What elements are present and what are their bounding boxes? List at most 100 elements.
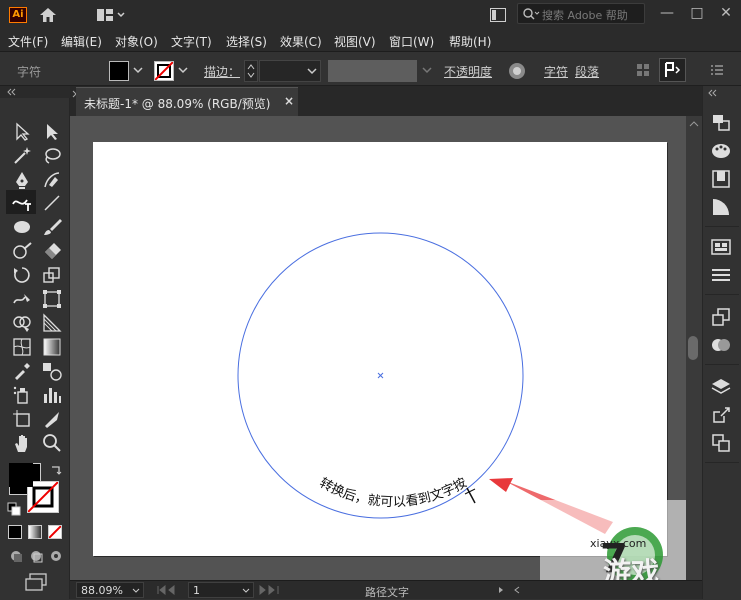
zoom-value: 88.09%: [81, 584, 123, 597]
path-text[interactable]: 转换后，就可以看到文字按照路径的形状排列了: [93, 142, 469, 510]
slice-tool-icon[interactable]: [41, 408, 63, 430]
variable-width-profile[interactable]: [328, 60, 417, 82]
close-tab-button[interactable]: ×: [284, 94, 294, 108]
status-bar: 88.09% 1 路径文字: [70, 580, 702, 599]
ellipse-tool-icon[interactable]: [11, 216, 33, 238]
magic-wand-tool-icon[interactable]: [11, 145, 33, 167]
zoom-field[interactable]: 88.09%: [76, 582, 144, 598]
selection-tool-icon[interactable]: [11, 121, 33, 143]
panel-toggle-icon[interactable]: [489, 7, 507, 23]
mesh-tool-icon[interactable]: [11, 336, 33, 358]
artboard-number-field[interactable]: 1: [188, 582, 254, 598]
character-panel-link[interactable]: 字符: [544, 63, 568, 80]
gradient-tool-icon[interactable]: [41, 336, 63, 358]
collapse-dock-icon[interactable]: [707, 89, 717, 97]
dock-divider: [705, 364, 739, 365]
warp-tool-icon[interactable]: [11, 288, 33, 310]
perspective-grid-tool-icon[interactable]: [41, 312, 63, 334]
gradient-mode-button[interactable]: [28, 525, 42, 539]
recolor-artwork-icon[interactable]: [507, 61, 527, 81]
transparency-panel-icon[interactable]: [709, 334, 733, 356]
zoom-tool-icon[interactable]: [41, 432, 63, 454]
tools-panel-header[interactable]: [0, 86, 70, 98]
stroke-weight-field[interactable]: [259, 60, 321, 82]
line-tool-icon[interactable]: [41, 192, 63, 214]
pen-tool-icon[interactable]: [11, 169, 33, 191]
search-input[interactable]: 搜索 Adobe 帮助: [517, 3, 645, 24]
properties-panel-icon[interactable]: [709, 112, 733, 134]
screen-mode-icon[interactable]: [24, 573, 48, 591]
type-on-path-tool-icon[interactable]: [11, 192, 33, 214]
lasso-tool-icon[interactable]: [41, 145, 63, 167]
align-panel-icon[interactable]: [709, 264, 733, 286]
fill-dropdown-icon[interactable]: [132, 64, 144, 76]
menu-view[interactable]: 视图(V): [334, 33, 376, 50]
menu-window[interactable]: 窗口(W): [389, 33, 434, 50]
stroke-panel-icon[interactable]: [709, 196, 733, 218]
symbol-sprayer-tool-icon[interactable]: [11, 384, 33, 406]
menu-bar: 文件(F) 编辑(E) 对象(O) 文字(T) 选择(S) 效果(C) 视图(V…: [0, 30, 741, 52]
align-grid-icon[interactable]: [636, 63, 650, 77]
export-panel-icon[interactable]: [709, 404, 733, 426]
home-icon[interactable]: [38, 6, 58, 24]
minimize-button[interactable]: —: [652, 0, 682, 26]
stroke-dropdown-icon[interactable]: [177, 64, 189, 76]
scale-tool-icon[interactable]: [41, 264, 63, 286]
eraser-tool-icon[interactable]: [41, 240, 63, 262]
column-graph-tool-icon[interactable]: [41, 384, 63, 406]
profile-dropdown-icon[interactable]: [421, 64, 433, 76]
scroll-up-icon[interactable]: [688, 119, 700, 129]
opacity-link[interactable]: 不透明度: [444, 63, 492, 80]
menu-object[interactable]: 对象(O): [115, 33, 158, 50]
swatches-panel-icon[interactable]: [709, 168, 733, 190]
last-artboard-icon[interactable]: [256, 585, 282, 595]
artboard-tool-icon[interactable]: [11, 408, 33, 430]
swap-colors-icon[interactable]: [49, 463, 63, 477]
paragraph-panel-link[interactable]: 段落: [575, 63, 599, 80]
status-menu-icon[interactable]: [496, 585, 506, 595]
stroke-weight-stepper[interactable]: [244, 60, 258, 82]
stroke-swatch[interactable]: [154, 61, 174, 81]
free-transform-tool-icon[interactable]: [41, 288, 63, 310]
transform-panel-icon[interactable]: [709, 306, 733, 328]
menu-select[interactable]: 选择(S): [226, 33, 267, 50]
menu-edit[interactable]: 编辑(E): [61, 33, 102, 50]
fill-swatch[interactable]: [109, 61, 129, 81]
menu-help[interactable]: 帮助(H): [449, 33, 491, 50]
draw-behind-icon[interactable]: [29, 549, 43, 563]
paintbrush-tool-icon[interactable]: [41, 216, 63, 238]
menu-type[interactable]: 文字(T): [171, 33, 212, 50]
hand-tool-icon[interactable]: [11, 432, 33, 454]
artboards-panel-icon[interactable]: [709, 432, 733, 454]
transform-icon[interactable]: [659, 58, 686, 82]
chevron-down-icon: [307, 68, 317, 75]
rotate-tool-icon[interactable]: [11, 264, 33, 286]
blend-tool-icon[interactable]: [41, 360, 63, 382]
restore-button[interactable]: □: [682, 0, 712, 26]
vertical-scroll-thumb[interactable]: [688, 336, 698, 360]
draw-normal-icon[interactable]: [9, 549, 23, 563]
first-artboard-icon[interactable]: [156, 585, 178, 595]
symbols-panel-icon[interactable]: [709, 236, 733, 258]
scroll-left-icon[interactable]: [512, 585, 522, 595]
curvature-tool-icon[interactable]: [41, 169, 63, 191]
layers-panel-icon[interactable]: [709, 376, 733, 398]
eyedropper-tool-icon[interactable]: [11, 360, 33, 382]
none-mode-button[interactable]: [48, 525, 62, 539]
color-panel-icon[interactable]: [709, 140, 733, 162]
shape-builder-tool-icon[interactable]: [11, 312, 33, 334]
center-point: [377, 372, 384, 379]
document-tab[interactable]: 未标题-1* @ 88.09% (RGB/预览) ×: [76, 87, 298, 116]
draw-inside-icon[interactable]: [49, 549, 63, 563]
workspace-switcher-icon[interactable]: [96, 6, 126, 24]
stroke-label[interactable]: 描边：: [204, 63, 240, 80]
color-mode-button[interactable]: [8, 525, 22, 539]
default-colors-icon[interactable]: [7, 502, 21, 516]
control-menu-icon[interactable]: [710, 63, 724, 77]
shaper-tool-icon[interactable]: [11, 240, 33, 262]
menu-effect[interactable]: 效果(C): [280, 33, 322, 50]
menu-file[interactable]: 文件(F): [8, 33, 48, 50]
close-window-button[interactable]: ✕: [711, 0, 741, 26]
dock-divider: [705, 294, 739, 295]
direct-selection-tool-icon[interactable]: [41, 121, 63, 143]
